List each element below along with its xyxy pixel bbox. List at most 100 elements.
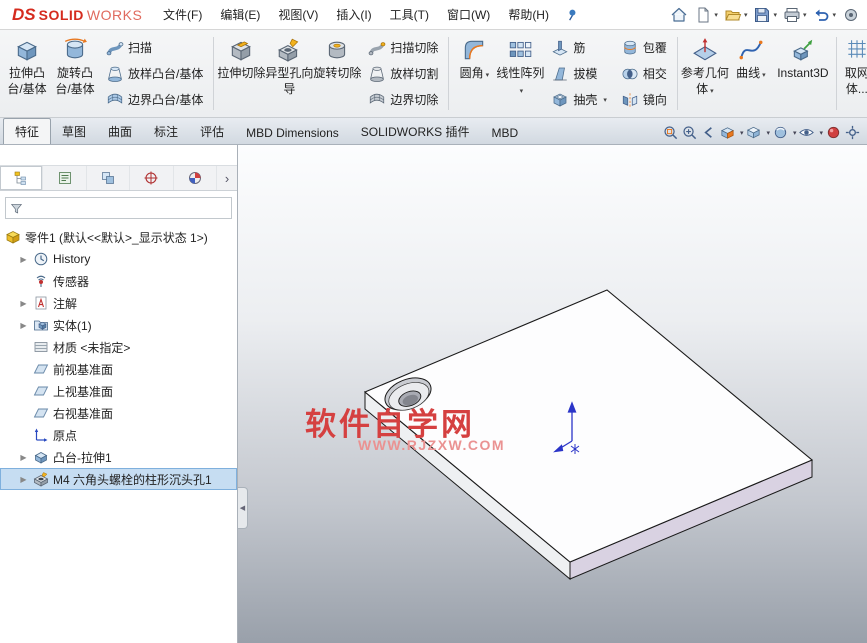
ribbon-button-fillet[interactable]: 圆角▾	[452, 32, 496, 115]
dropdown-arrow-icon[interactable]: ▾	[773, 11, 777, 19]
expand-arrow-icon[interactable]: ▶	[18, 453, 29, 462]
dropdown-arrow-icon[interactable]: ▾	[486, 72, 490, 79]
dropdown-arrow-icon[interactable]: ▾	[819, 129, 823, 137]
home-button[interactable]	[667, 5, 691, 25]
ribbon-button-mirror[interactable]: 镜向	[618, 87, 670, 112]
tree-root-part[interactable]: 零件1 (默认<<默认>_显示状态 1>)	[0, 226, 237, 248]
hide-show-items-button[interactable]	[798, 124, 815, 141]
configuration-manager-tab[interactable]	[87, 166, 130, 190]
tree-item-material[interactable]: 材质 <未指定>	[0, 336, 237, 358]
tree-item-boss-extrude1[interactable]: ▶ 凸台-拉伸1	[0, 446, 237, 468]
tree-item-solid-bodies[interactable]: ▶ 实体(1)	[0, 314, 237, 336]
pin-menu-icon[interactable]	[564, 7, 579, 22]
display-manager-tab[interactable]	[174, 166, 217, 190]
tab-annotate[interactable]: 标注	[143, 119, 189, 144]
view-orientation-button[interactable]	[745, 124, 762, 141]
ribbon-button-extruded-cut[interactable]: 拉伸切除	[217, 32, 265, 115]
expand-arrow-icon[interactable]: ▶	[18, 255, 29, 264]
dropdown-arrow-icon[interactable]: ▾	[714, 11, 718, 19]
ribbon-button-wrap[interactable]: 包覆	[618, 35, 670, 60]
tab-solidworks-addins[interactable]: SOLIDWORKS 插件	[350, 119, 481, 144]
dropdown-arrow-icon[interactable]: ▾	[766, 129, 770, 137]
ribbon-button-intersect[interactable]: 相交	[618, 61, 670, 86]
menu-tools[interactable]: 工具(T)	[381, 1, 438, 28]
tree-item-sensors[interactable]: 传感器	[0, 270, 237, 292]
dropdown-arrow-icon[interactable]: ▾	[710, 88, 714, 95]
ribbon-button-reference-geometry[interactable]: 参考几何体▾	[681, 32, 729, 115]
ribbon-button-hole-wizard[interactable]: 异型孔向导	[265, 32, 313, 115]
zoom-to-area-button[interactable]	[681, 124, 698, 141]
menu-insert[interactable]: 插入(I)	[327, 1, 380, 28]
ribbon-button-curves[interactable]: 曲线▾	[729, 32, 773, 115]
ribbon-button-revolved-cut[interactable]: 旋转切除	[313, 32, 361, 115]
dropdown-arrow-icon[interactable]: ▾	[744, 11, 748, 19]
tree-item-history[interactable]: ▶ History	[0, 248, 237, 270]
tree-item-front-plane[interactable]: 前视基准面	[0, 358, 237, 380]
save-button[interactable]: ▾	[750, 5, 780, 25]
tree-item-origin[interactable]: 原点	[0, 424, 237, 446]
panel-splitter-handle[interactable]: ◀	[238, 487, 248, 529]
ribbon-button-revolved-boss[interactable]: 旋转凸台/基体	[51, 32, 99, 115]
undo-button[interactable]: ▾	[809, 5, 839, 25]
ribbon-button-lofted-cut[interactable]: 放样切割	[365, 61, 441, 86]
expand-arrow-icon[interactable]: ▶	[18, 321, 29, 330]
tab-mbd-dimensions[interactable]: MBD Dimensions	[235, 122, 350, 144]
tree-item-right-plane[interactable]: 右视基准面	[0, 402, 237, 424]
menu-window[interactable]: 窗口(W)	[438, 1, 499, 28]
tab-features[interactable]: 特征	[3, 118, 51, 144]
tree-filter-input[interactable]	[27, 199, 227, 217]
ribbon-button-swept-boss[interactable]: 扫描	[103, 35, 206, 60]
ribbon-button-instant3d[interactable]: Instant3D	[773, 32, 833, 115]
ribbon-button-swept-cut[interactable]: 扫描切除	[365, 35, 441, 60]
tree-item-annotations[interactable]: ▶ 注解	[0, 292, 237, 314]
ribbon-button-rib[interactable]: 筋	[548, 35, 610, 60]
tab-sketch[interactable]: 草图	[51, 119, 97, 144]
dropdown-arrow-icon[interactable]: ▾	[832, 11, 836, 19]
dropdown-arrow-icon[interactable]: ▾	[740, 129, 744, 137]
graphics-area[interactable]: 软件自学网 WWW.RJZXW.COM ◀	[238, 145, 867, 643]
ribbon-button-lofted-boss[interactable]: 放样凸台/基体	[103, 61, 206, 86]
new-document-button[interactable]: ▾	[691, 5, 721, 25]
expand-arrow-icon[interactable]: ▶	[18, 299, 29, 308]
ribbon-button-linear-pattern[interactable]: 线性阵列 ▾	[496, 32, 544, 115]
expand-arrow-icon[interactable]: ▶	[18, 475, 29, 484]
solid-bodies-icon	[33, 317, 49, 333]
tree-item-counterbore-hole1[interactable]: ▶ M4 六角头螺栓的柱形沉头孔1	[0, 468, 237, 490]
menu-help[interactable]: 帮助(H)	[499, 1, 558, 28]
tab-surfaces[interactable]: 曲面	[97, 119, 143, 144]
ribbon-button-extruded-boss[interactable]: 拉伸凸台/基体	[3, 32, 51, 115]
ribbon-label: 线性阵列	[496, 66, 544, 80]
menu-file[interactable]: 文件(F)	[154, 1, 211, 28]
panel-overflow-chevron-icon[interactable]: ›	[217, 166, 237, 190]
wrap-icon	[621, 39, 639, 57]
options-button[interactable]	[839, 5, 863, 25]
tab-mbd[interactable]: MBD	[480, 122, 529, 144]
plane-icon	[33, 361, 49, 377]
feature-manager-tree-tab[interactable]	[0, 166, 43, 190]
ribbon-button-boundary-cut[interactable]: 边界切除	[365, 87, 441, 112]
menu-view[interactable]: 视图(V)	[269, 1, 327, 28]
dropdown-arrow-icon[interactable]: ▾	[603, 96, 607, 104]
open-button[interactable]: ▾	[721, 5, 751, 25]
section-view-button[interactable]	[719, 124, 736, 141]
edit-appearance-button[interactable]	[825, 124, 842, 141]
ribbon-button-shell[interactable]: 抽壳▾	[548, 87, 610, 112]
ribbon-button-boundary-boss[interactable]: 边界凸台/基体	[103, 87, 206, 112]
ribbon-button-draft[interactable]: 拔模	[548, 61, 610, 86]
print-button[interactable]: ▾	[780, 5, 810, 25]
previous-view-button[interactable]	[700, 124, 717, 141]
ribbon-button-clipped[interactable]: 取网体...	[840, 32, 867, 115]
view-settings-button[interactable]	[844, 124, 861, 141]
zoom-to-fit-button[interactable]	[662, 124, 679, 141]
property-manager-tab[interactable]	[43, 166, 86, 190]
dropdown-arrow-icon[interactable]: ▾	[793, 129, 797, 137]
tab-evaluate[interactable]: 评估	[189, 119, 235, 144]
dimxpert-manager-tab[interactable]	[130, 166, 173, 190]
dropdown-arrow-icon[interactable]: ▾	[803, 11, 807, 19]
tree-item-top-plane[interactable]: 上视基准面	[0, 380, 237, 402]
ribbon-separator	[836, 37, 837, 110]
display-style-button[interactable]	[772, 124, 789, 141]
dropdown-arrow-icon[interactable]: ▾	[520, 88, 524, 95]
menu-edit[interactable]: 编辑(E)	[211, 1, 269, 28]
dropdown-arrow-icon[interactable]: ▾	[762, 72, 766, 79]
